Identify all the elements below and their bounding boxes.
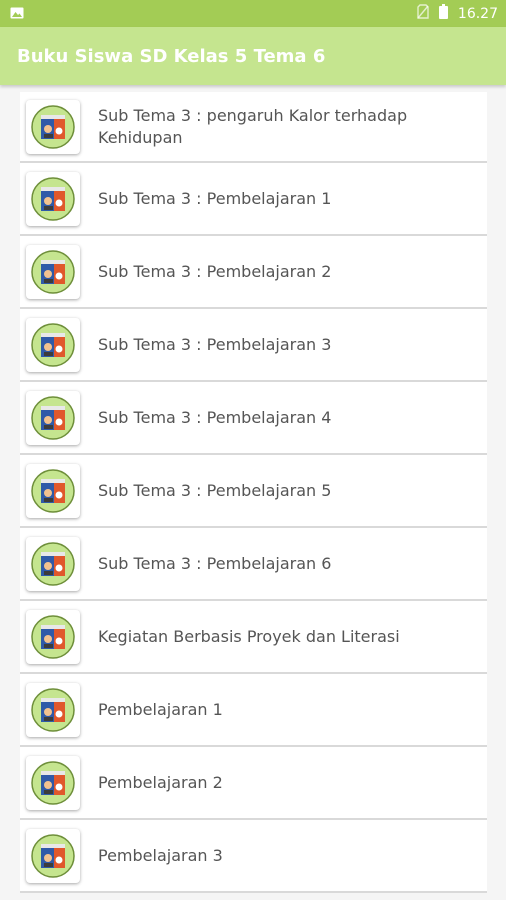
list-item-label: Sub Tema 3 : Pembelajaran 1 bbox=[98, 188, 332, 208]
book-cover-icon bbox=[26, 99, 80, 154]
battery-icon bbox=[438, 4, 448, 23]
list-item-label: Sub Tema 3 : Pembelajaran 4 bbox=[98, 407, 332, 427]
list-item-label: Sub Tema 3 : Pembelajaran 2 bbox=[98, 261, 332, 281]
book-cover-icon bbox=[26, 317, 80, 372]
list-item-label: Sub Tema 3 : pengaruh Kalor terhadap Keh… bbox=[98, 105, 408, 147]
status-time: 16.27 bbox=[457, 5, 498, 22]
list-item[interactable]: Sub Tema 3 : Pembelajaran 1 bbox=[20, 163, 487, 236]
chapter-list: Sub Tema 3 : pengaruh Kalor terhadap Keh… bbox=[20, 92, 487, 893]
no-sim-icon bbox=[417, 4, 429, 23]
list-item[interactable]: Kegiatan Berbasis Proyek dan Literasi bbox=[20, 601, 487, 674]
list-item-label: Sub Tema 3 : Pembelajaran 5 bbox=[98, 480, 332, 500]
book-cover-icon bbox=[26, 536, 80, 591]
book-cover-icon bbox=[26, 828, 80, 883]
list-item-label: Sub Tema 3 : Pembelajaran 6 bbox=[98, 553, 332, 573]
book-cover-icon bbox=[26, 171, 80, 226]
list-item[interactable]: Pembelajaran 1 bbox=[20, 674, 487, 747]
list-item[interactable]: Sub Tema 3 : Pembelajaran 2 bbox=[20, 236, 487, 309]
book-cover-icon bbox=[26, 390, 80, 445]
list-item-label: Pembelajaran 1 bbox=[98, 699, 223, 719]
list-item[interactable]: Pembelajaran 2 bbox=[20, 747, 487, 820]
list-item-label: Kegiatan Berbasis Proyek dan Literasi bbox=[98, 626, 400, 646]
list-item-label: Pembelajaran 2 bbox=[98, 772, 223, 792]
list-item-label: Sub Tema 3 : Pembelajaran 3 bbox=[98, 334, 332, 354]
list-item[interactable]: Sub Tema 3 : pengaruh Kalor terhadap Keh… bbox=[20, 92, 487, 163]
app-title: Buku Siswa SD Kelas 5 Tema 6 bbox=[17, 45, 326, 67]
app-bar: Buku Siswa SD Kelas 5 Tema 6 bbox=[0, 27, 506, 85]
book-cover-icon bbox=[26, 609, 80, 664]
list-item[interactable]: Sub Tema 3 : Pembelajaran 5 bbox=[20, 455, 487, 528]
list-item[interactable]: Pembelajaran 3 bbox=[20, 820, 487, 893]
list-item[interactable]: Sub Tema 3 : Pembelajaran 6 bbox=[20, 528, 487, 601]
list-item[interactable]: Sub Tema 3 : Pembelajaran 4 bbox=[20, 382, 487, 455]
list-item-label: Pembelajaran 3 bbox=[98, 845, 223, 865]
list-item[interactable]: Sub Tema 3 : Pembelajaran 3 bbox=[20, 309, 487, 382]
image-icon bbox=[10, 4, 24, 23]
status-bar: 16.27 bbox=[0, 0, 506, 27]
book-cover-icon bbox=[26, 463, 80, 518]
book-cover-icon bbox=[26, 244, 80, 299]
book-cover-icon bbox=[26, 682, 80, 737]
book-cover-icon bbox=[26, 755, 80, 810]
